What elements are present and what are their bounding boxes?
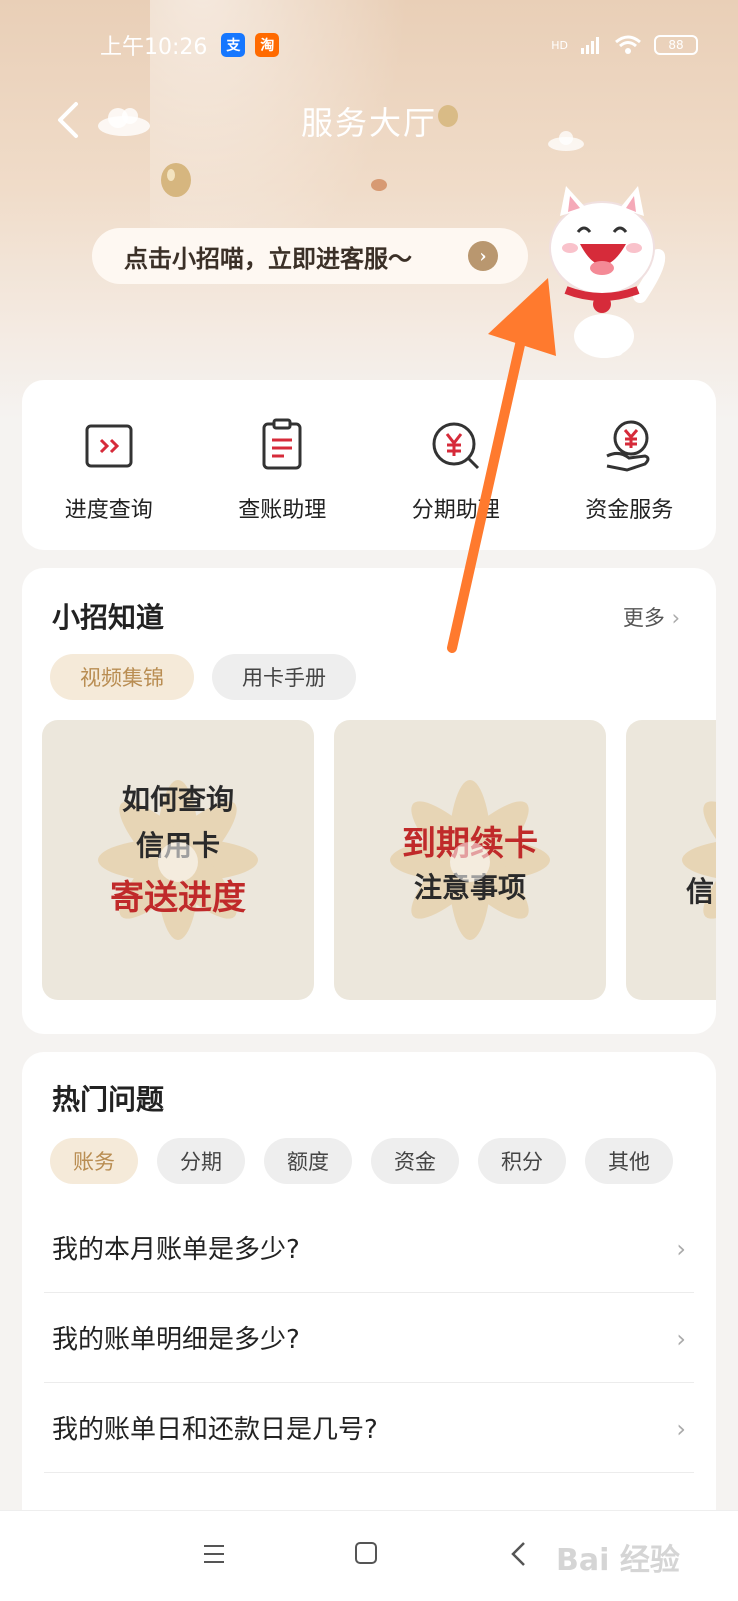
back-icon[interactable] xyxy=(508,1541,528,1567)
annotation-arrow xyxy=(447,278,556,653)
question-item[interactable]: 我的本月账单是多少? › xyxy=(44,1202,694,1293)
tab-points[interactable]: 积分 xyxy=(478,1138,566,1184)
chevron-right-icon: › xyxy=(676,1415,686,1443)
question-item[interactable]: 我的账单明细是多少? › xyxy=(44,1292,694,1383)
tab-other[interactable]: 其他 xyxy=(585,1138,673,1184)
tab-installment[interactable]: 分期 xyxy=(157,1138,245,1184)
tab-accounts[interactable]: 账务 xyxy=(50,1138,138,1184)
video-card[interactable]: 信 xyxy=(626,720,716,1000)
question-text: 我的账单明细是多少? xyxy=(52,1324,300,1355)
question-text: 我的账单日和还款日是几号? xyxy=(52,1414,378,1445)
section-title: 热门问题 xyxy=(52,1083,165,1116)
menu-icon[interactable] xyxy=(202,1543,226,1565)
system-nav-bar: Bai 经验 xyxy=(0,1510,738,1601)
question-text: 我的本月账单是多少? xyxy=(52,1234,300,1265)
chevron-right-icon: › xyxy=(676,1325,686,1353)
tab-funds[interactable]: 资金 xyxy=(371,1138,459,1184)
hot-questions-section: 热门问题 账务 分期 额度 资金 积分 其他 我的本月账单是多少? › 我的账单… xyxy=(22,1052,716,1562)
question-item[interactable]: 我的账单日和还款日是几号? › xyxy=(44,1382,694,1473)
video-title-line: 信 xyxy=(686,875,715,908)
video-card[interactable]: 到期续卡 注意事项 xyxy=(334,720,606,1000)
watermark: Bai 经验 xyxy=(556,1543,680,1578)
play-icon xyxy=(158,842,198,882)
flower-pattern xyxy=(682,801,716,919)
video-title-line: 如何查询 xyxy=(121,783,234,816)
tab-limit[interactable]: 额度 xyxy=(264,1138,352,1184)
home-icon[interactable] xyxy=(354,1541,378,1565)
video-card[interactable]: 如何查询 信用卡 寄送进度 xyxy=(42,720,314,1000)
chevron-right-icon: › xyxy=(676,1235,686,1263)
play-icon xyxy=(450,842,490,882)
